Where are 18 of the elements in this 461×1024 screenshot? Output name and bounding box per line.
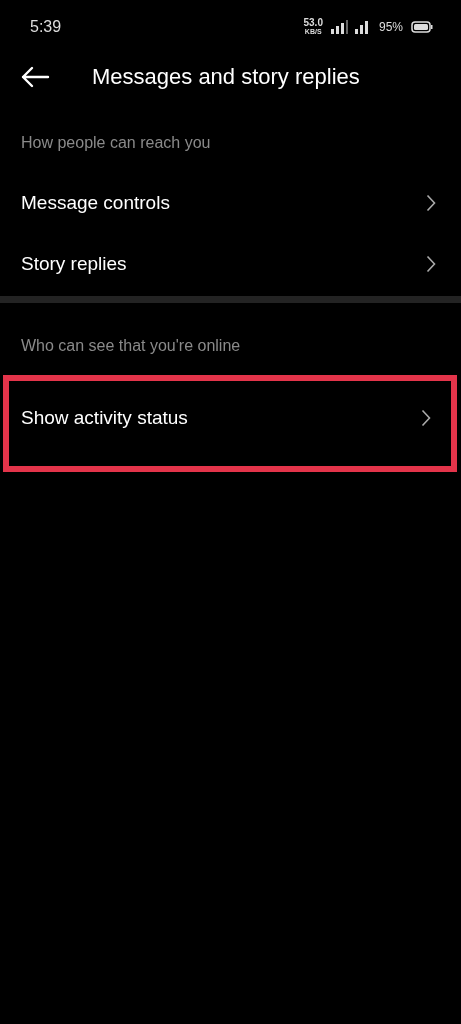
settings-row[interactable]: Show activity status: [3, 375, 457, 472]
signal-icon: [330, 20, 371, 34]
section-heading: How people can reach you: [20, 133, 212, 153]
network-speed: 53.0: [303, 18, 323, 27]
page-title: Messages and story replies: [92, 64, 360, 90]
battery-level: 95%: [378, 20, 403, 34]
status-time: 5:39: [30, 18, 62, 36]
row-label: Show activity status: [21, 406, 188, 429]
settings-row[interactable]: Message controls: [0, 172, 461, 233]
row-label: Story replies: [21, 252, 127, 275]
chevron-right-icon: [426, 254, 436, 273]
chevron-right-icon: [426, 193, 436, 212]
chevron-right-icon: [421, 408, 431, 427]
settings-row[interactable]: Story replies: [0, 233, 461, 294]
battery-icon: [411, 21, 433, 33]
row-label: Message controls: [21, 191, 170, 214]
back-arrow-icon[interactable]: [20, 66, 50, 88]
section-heading: Who can see that you're online: [20, 336, 242, 356]
